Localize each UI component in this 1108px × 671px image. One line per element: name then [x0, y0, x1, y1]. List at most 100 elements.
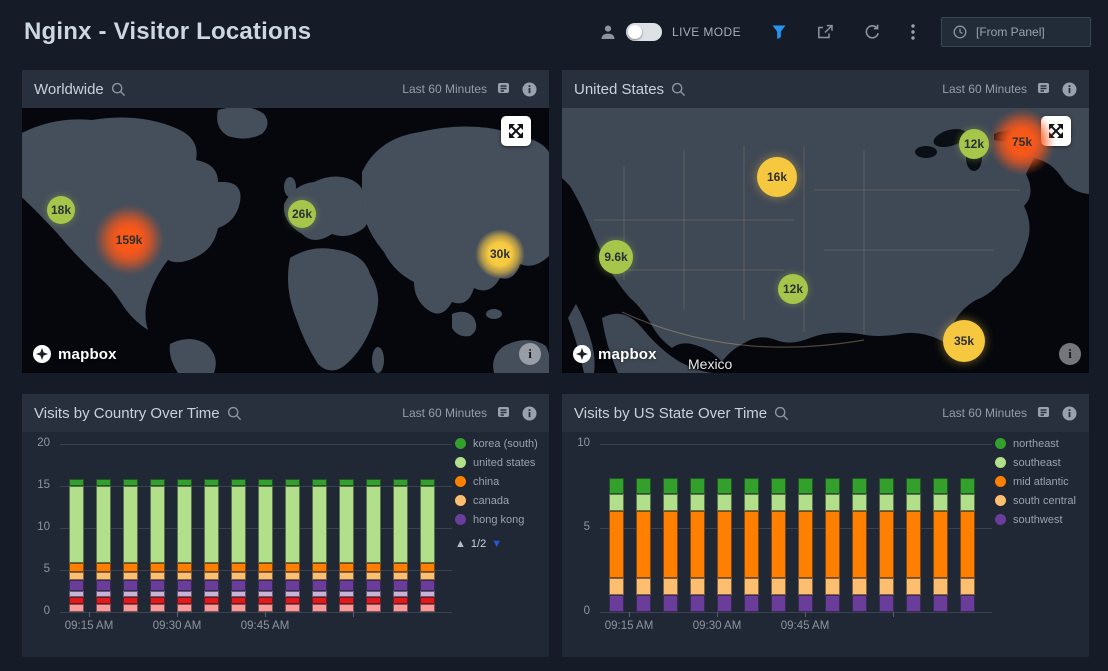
bar[interactable] [204, 479, 219, 612]
bar-segment[interactable] [96, 479, 111, 487]
bar-segment[interactable] [231, 479, 246, 487]
legend-page-down-icon[interactable]: ▼ [491, 538, 502, 550]
bar-segment[interactable] [366, 604, 381, 612]
bar[interactable] [609, 478, 624, 612]
bar-segment[interactable] [285, 479, 300, 487]
bar-segment[interactable] [663, 494, 678, 511]
bar[interactable] [933, 478, 948, 612]
bar[interactable] [366, 479, 381, 612]
bar-segment[interactable] [393, 597, 408, 605]
bar-segment[interactable] [393, 479, 408, 487]
mapbox-attribution[interactable]: mapbox [32, 344, 117, 364]
bar-segment[interactable] [906, 511, 921, 578]
bar-segment[interactable] [258, 479, 273, 487]
bar-segment[interactable] [825, 478, 840, 495]
mapbox-attribution[interactable]: mapbox [572, 344, 657, 364]
bar-segment[interactable] [177, 604, 192, 612]
bar-segment[interactable] [393, 580, 408, 591]
info-icon[interactable] [522, 406, 537, 421]
bar-segment[interactable] [258, 580, 273, 591]
bar-segment[interactable] [420, 563, 435, 572]
refresh-icon[interactable] [864, 24, 881, 40]
legend-item[interactable]: united states [455, 453, 538, 472]
bar-segment[interactable] [960, 595, 975, 612]
bar-segment[interactable] [339, 563, 354, 572]
bar-segment[interactable] [960, 578, 975, 595]
bar-segment[interactable] [285, 580, 300, 591]
bar-segment[interactable] [852, 478, 867, 495]
bar-segment[interactable] [231, 580, 246, 591]
bar-segment[interactable] [717, 494, 732, 511]
map-bubble[interactable]: 9.6k [599, 240, 633, 274]
time-range-picker[interactable]: [From Panel] [941, 17, 1091, 47]
bar-segment[interactable] [123, 572, 138, 580]
bar[interactable] [69, 479, 84, 612]
bar-segment[interactable] [96, 580, 111, 591]
legend-item[interactable]: hong kong [455, 510, 538, 529]
bar-segment[interactable] [798, 595, 813, 612]
map-bubble[interactable]: 159k [86, 197, 172, 283]
bar-segment[interactable] [744, 511, 759, 578]
map-bubble[interactable]: 18k [47, 196, 75, 224]
legend-item[interactable]: northeast [995, 434, 1076, 453]
bar-segment[interactable] [744, 494, 759, 511]
bar-segment[interactable] [906, 478, 921, 495]
map-info-button[interactable]: i [1059, 343, 1081, 365]
bar-segment[interactable] [96, 563, 111, 572]
bar-segment[interactable] [96, 597, 111, 605]
bar-segment[interactable] [906, 595, 921, 612]
bar-segment[interactable] [231, 486, 246, 562]
bar[interactable] [825, 478, 840, 612]
bar[interactable] [690, 478, 705, 612]
bar-segment[interactable] [636, 494, 651, 511]
bar-segment[interactable] [339, 580, 354, 591]
magnifier-icon[interactable] [671, 82, 686, 97]
bar-segment[interactable] [852, 511, 867, 578]
bar[interactable] [312, 479, 327, 612]
bar-segment[interactable] [609, 595, 624, 612]
bar[interactable] [393, 479, 408, 612]
bar[interactable] [285, 479, 300, 612]
info-icon[interactable] [1062, 82, 1077, 97]
legend-item[interactable]: southeast [995, 453, 1076, 472]
bar[interactable] [96, 479, 111, 612]
bar-segment[interactable] [636, 578, 651, 595]
bar-segment[interactable] [285, 563, 300, 572]
magnifier-icon[interactable] [227, 406, 242, 421]
bar-segment[interactable] [150, 563, 165, 572]
export-icon[interactable] [497, 406, 512, 420]
bar-segment[interactable] [339, 604, 354, 612]
bar-segment[interactable] [366, 572, 381, 580]
bar-segment[interactable] [258, 572, 273, 580]
bar[interactable] [960, 478, 975, 612]
bar-segment[interactable] [69, 479, 84, 487]
bar-segment[interactable] [690, 511, 705, 578]
bar-segment[interactable] [69, 604, 84, 612]
map-bubble[interactable]: 35k [943, 320, 985, 362]
bar-segment[interactable] [879, 478, 894, 495]
bar[interactable] [258, 479, 273, 612]
bar-segment[interactable] [123, 479, 138, 487]
legend-item[interactable]: korea (south) [455, 434, 538, 453]
bar-segment[interactable] [204, 597, 219, 605]
bar-segment[interactable] [744, 578, 759, 595]
bar-segment[interactable] [204, 479, 219, 487]
map-bubble[interactable]: 30k [469, 223, 531, 285]
bar-segment[interactable] [312, 580, 327, 591]
bar-segment[interactable] [960, 494, 975, 511]
bar-segment[interactable] [393, 572, 408, 580]
bar-segment[interactable] [933, 511, 948, 578]
bar-segment[interactable] [690, 578, 705, 595]
bar-segment[interactable] [663, 478, 678, 495]
bar-segment[interactable] [339, 572, 354, 580]
bar-segment[interactable] [852, 578, 867, 595]
bar-segment[interactable] [690, 595, 705, 612]
bar-segment[interactable] [204, 572, 219, 580]
expand-fullscreen-button[interactable] [501, 116, 531, 146]
bar-segment[interactable] [258, 486, 273, 562]
bar-segment[interactable] [96, 604, 111, 612]
bar-segment[interactable] [231, 563, 246, 572]
bar-segment[interactable] [798, 494, 813, 511]
bar-segment[interactable] [285, 604, 300, 612]
kebab-menu-icon[interactable] [911, 24, 915, 40]
